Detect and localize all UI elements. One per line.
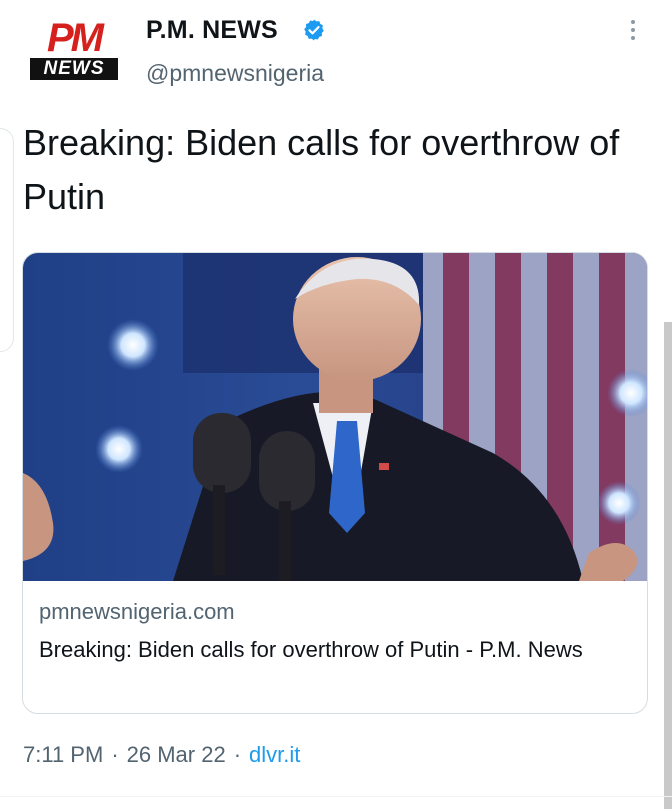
tweet-time[interactable]: 7:11 PM (23, 742, 103, 767)
avatar-logo-bottom: NEWS (30, 58, 118, 80)
more-options-icon[interactable] (622, 16, 644, 46)
link-card-domain: pmnewsnigeria.com (39, 599, 235, 624)
link-card[interactable]: pmnewsnigeria.com Breaking: Biden calls … (22, 252, 648, 714)
tweet-text: Breaking: Biden calls for overthrow of P… (23, 122, 620, 217)
meta-separator: · (233, 742, 242, 767)
tweet-source-link[interactable]: dlvr.it (249, 742, 300, 767)
avatar-logo-top: PM (47, 16, 104, 60)
tweet-date[interactable]: 26 Mar 22 (127, 742, 226, 767)
author-handle[interactable]: @pmnewsnigeria (146, 58, 324, 88)
verified-badge-icon (304, 19, 324, 41)
scrollbar[interactable] (664, 322, 672, 809)
author-name[interactable]: P.M. NEWS (146, 14, 278, 46)
link-card-title: Breaking: Biden calls for overthrow of P… (39, 637, 583, 662)
photo-speaker-at-podium-icon (23, 253, 647, 581)
meta-separator: · (111, 742, 119, 767)
avatar[interactable]: PM NEWS (26, 18, 122, 82)
divider (0, 796, 672, 797)
background-card-edge (0, 128, 14, 352)
tweet-meta: 7:11 PM · 26 Mar 22 · dlvr.it (23, 740, 300, 770)
